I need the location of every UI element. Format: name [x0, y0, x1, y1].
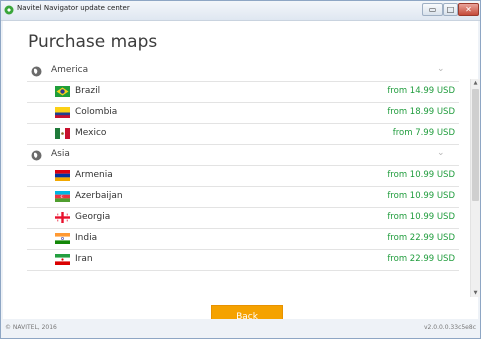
map-row-armenia[interactable]: Armenia from 10.99 USD [27, 166, 459, 187]
map-row-georgia[interactable]: Georgia from 10.99 USD [27, 208, 459, 229]
globe-icon [31, 150, 42, 161]
map-row-iran[interactable]: Iran from 22.99 USD [27, 250, 459, 271]
price-label: from 22.99 USD [387, 254, 455, 264]
price-label: from 10.99 USD [387, 212, 455, 222]
country-name: Colombia [75, 107, 118, 117]
maximize-icon: □ [446, 5, 455, 14]
chevron-down-icon[interactable]: ⌄ [437, 64, 445, 74]
price-label: from 22.99 USD [387, 233, 455, 243]
price-label: from 18.99 USD [387, 107, 455, 117]
price-label: from 10.99 USD [387, 170, 455, 180]
iran-flag-icon [55, 254, 70, 265]
scroll-down-icon[interactable]: ▼ [471, 289, 480, 297]
app-icon [4, 5, 14, 15]
scroll-thumb[interactable] [472, 89, 479, 201]
map-row-brazil[interactable]: Brazil from 14.99 USD [27, 82, 459, 103]
india-flag-icon [55, 233, 70, 244]
country-name: Brazil [75, 86, 101, 96]
globe-icon [31, 66, 42, 77]
country-name: Georgia [75, 212, 111, 222]
minimize-button[interactable]: ▭ [422, 3, 443, 16]
app-window: Navitel Navigator update center ▭ □ ✕ Pu… [0, 0, 481, 339]
mexico-flag-icon [55, 128, 70, 139]
map-row-mexico[interactable]: Mexico from 7.99 USD [27, 124, 459, 145]
country-name: Armenia [75, 170, 113, 180]
country-name: Iran [75, 254, 93, 264]
version-text: v2.0.0.0.33c5e8c [423, 324, 476, 331]
page-title: Purchase maps [28, 32, 158, 52]
price-label: from 14.99 USD [387, 86, 455, 96]
group-row-america[interactable]: America ⌄ [27, 61, 459, 82]
armenia-flag-icon [55, 170, 70, 181]
title-bar[interactable]: Navitel Navigator update center ▭ □ ✕ [1, 1, 480, 21]
map-row-azerbaijan[interactable]: Azerbaijan from 10.99 USD [27, 187, 459, 208]
window-title: Navitel Navigator update center [17, 4, 130, 12]
minimize-icon: ▭ [428, 5, 437, 14]
close-button[interactable]: ✕ [458, 3, 479, 16]
scroll-up-icon[interactable]: ▲ [471, 79, 480, 87]
footer: © NAVITEL, 2016 v2.0.0.0.33c5e8c [1, 319, 480, 338]
group-name: America [51, 65, 89, 75]
main-content: Purchase maps America ⌄ Brazil from 14.9… [3, 21, 480, 330]
azerbaijan-flag-icon [55, 191, 70, 202]
maximize-button[interactable]: □ [443, 3, 458, 16]
country-name: Mexico [75, 128, 107, 138]
group-name: Asia [51, 149, 70, 159]
brazil-flag-icon [55, 86, 70, 97]
map-row-colombia[interactable]: Colombia from 18.99 USD [27, 103, 459, 124]
chevron-down-icon[interactable]: ⌄ [437, 148, 445, 158]
list-scrollbar[interactable]: ▲ ▼ [470, 79, 480, 297]
price-label: from 7.99 USD [392, 128, 455, 138]
copyright-text: © NAVITEL, 2016 [5, 324, 57, 331]
map-list: America ⌄ Brazil from 14.99 USD Colombia… [27, 61, 459, 289]
country-name: Azerbaijan [75, 191, 123, 201]
price-label: from 10.99 USD [387, 191, 455, 201]
georgia-flag-icon [55, 212, 70, 223]
country-name: India [75, 233, 98, 243]
group-row-asia[interactable]: Asia ⌄ [27, 145, 459, 166]
close-icon: ✕ [465, 5, 472, 14]
colombia-flag-icon [55, 107, 70, 118]
map-row-india[interactable]: India from 22.99 USD [27, 229, 459, 250]
